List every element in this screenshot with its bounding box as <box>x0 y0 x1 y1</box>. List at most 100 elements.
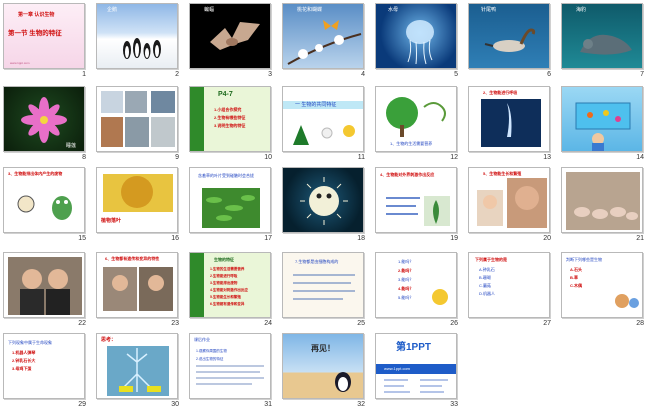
slide-thumbnail[interactable]: 判断下列哪些是生物 A.石头 B.草 C.木偶 <box>561 252 643 318</box>
slide-label: 水母 <box>388 7 399 13</box>
slide-line: 6.生物都有遗传和变异 <box>210 302 245 306</box>
slide-line: 3.生物能排出废物 <box>210 281 238 285</box>
slide-number: 6 <box>547 71 551 78</box>
slide-thumbnail[interactable]: 7.生物都是由细胞构成的 <box>282 252 364 318</box>
family-photo-image <box>103 267 173 311</box>
slide-heading: P4-7 <box>218 91 233 98</box>
slide-number: 16 <box>171 235 179 242</box>
text-lines <box>196 365 264 385</box>
slide-title: 含羞草的叶片受到碰触时会合拢 <box>198 173 254 178</box>
slide-thumbnail[interactable]: 海豹 <box>561 3 643 69</box>
slide-title: 1、生物的生活需要营养 <box>390 141 433 146</box>
slide-caption: 植物落叶 <box>101 218 122 224</box>
slide-line: C.蘑菇 <box>479 283 491 288</box>
slide-line: A.钟乳石 <box>479 267 495 272</box>
slide-thumbnail[interactable]: 水母 <box>375 3 457 69</box>
slide-thumbnail[interactable]: 蝙蝠 <box>189 3 271 69</box>
slide-line: 下列属于生物的是 <box>475 257 507 262</box>
slide-thumbnail[interactable] <box>561 167 643 233</box>
slide-number: 9 <box>175 154 179 161</box>
slide-number: 17 <box>264 235 272 242</box>
family-photo-image <box>8 257 82 315</box>
slide-title: 5、生物能生长和繁殖 <box>483 171 522 176</box>
slide-title: 3、生物能排出体内产生的废物 <box>8 171 63 176</box>
bat-image <box>210 22 260 50</box>
slide-line: B.珊瑚 <box>479 275 491 280</box>
slide-thumbnail[interactable]: 再见！ <box>282 333 364 399</box>
plant-roots-image <box>107 346 169 396</box>
slide-thumbnail[interactable]: 2、生物能进行呼吸 <box>468 86 550 152</box>
slide-thumbnail[interactable] <box>561 86 643 152</box>
slide-thumbnail[interactable]: 企鹅 <box>96 3 178 69</box>
slide-thumbnail[interactable] <box>96 86 178 152</box>
slide-number: 32 <box>357 401 365 408</box>
slide-title: 7.生物都是由细胞构成的 <box>295 259 339 264</box>
slide-thumbnail[interactable] <box>3 252 85 318</box>
penguin-image <box>123 38 161 59</box>
slide-line: 1.生物的生活需要营养 <box>210 267 245 271</box>
slide-thumbnail[interactable]: 下列现象中属于生命现象 1.机器人弹琴 2.钟乳石长大 3.母鸡下蛋 <box>3 333 85 399</box>
slide-thumbnail[interactable]: 植物落叶 <box>96 167 178 233</box>
slide-number: 11 <box>357 154 365 161</box>
slide-thumbnail[interactable]: 5、生物能生长和繁殖 <box>468 167 550 233</box>
slide-title: 6、生物都有遗传和变异的特性 <box>105 256 160 261</box>
aquarium-cartoon-image <box>575 102 631 151</box>
slide-thumbnail[interactable]: 3、生物能排出体内产生的废物 <box>3 167 85 233</box>
slide-line: 2.生物能进行呼吸 <box>210 274 238 278</box>
slide-thumbnail[interactable]: 睡莲 <box>3 86 85 152</box>
slide-title: 一 生物的共同特征 <box>295 102 337 108</box>
slide-number: 14 <box>636 154 644 161</box>
slide-label: 蝙蝠 <box>204 7 215 13</box>
slide-line: 2.钟乳石长大 <box>12 358 36 363</box>
slide-number: 28 <box>636 320 644 327</box>
slide-thumbnail[interactable]: 4、生物能对外界刺激作出反应 <box>375 167 457 233</box>
text-lines <box>384 379 448 393</box>
slide-number: 18 <box>357 235 365 242</box>
slide-line: 1.小组合作探究 <box>214 107 242 112</box>
slide-thumbnail[interactable]: 含羞草的叶片受到碰触时会合拢 <box>189 167 271 233</box>
slide-thumbnail[interactable]: P4-7 1.小组合作探究 2.生物有哪些特征 3.说明生物的特征 <box>189 86 271 152</box>
slide-thumbnail[interactable]: 第1PPT www.1ppt.com <box>375 333 457 399</box>
slide-number: 12 <box>450 154 458 161</box>
slide-label: 企鹅 <box>107 7 118 13</box>
slide-thumbnail[interactable]: 一 生物的共同特征 <box>282 86 364 152</box>
slide-thumbnail[interactable] <box>282 167 364 233</box>
slide-thumbnail[interactable]: 思考： <box>96 333 178 399</box>
slide-title: 4、生物能对外界刺激作出反应 <box>380 172 435 177</box>
slide-subtitle: 第一节 生物的特征 <box>8 30 62 37</box>
slide-line: 生物的特征 <box>214 257 234 262</box>
slide-number: 4 <box>361 71 365 78</box>
slide-line: 4.生物能对刺激作出反应 <box>210 288 248 292</box>
slide-title: 思考： <box>101 337 117 343</box>
baby-photos-image <box>477 178 547 228</box>
whale-image <box>481 99 541 147</box>
slide-number: 31 <box>264 401 272 408</box>
slide-title: 第一章 认识生物 <box>18 12 55 18</box>
piglets-image <box>566 172 640 230</box>
slide-thumbnail[interactable]: 6、生物都有遗传和变异的特性 <box>96 252 178 318</box>
slide-label: 睡莲 <box>66 143 77 149</box>
slide-number: 30 <box>171 401 179 408</box>
slide-thumbnail[interactable]: 1.能吗？ 2.能吗？ 3.能吗？ 4.能吗？ 5.能吗？ <box>375 252 457 318</box>
slide-thumbnail[interactable]: 第一章 认识生物 第一节 生物的特征 www.1ppt.com <box>3 3 85 69</box>
slide-number: 2 <box>175 71 179 78</box>
slide-line: 5.生物能生长和繁殖 <box>210 295 241 299</box>
slide-thumbnail[interactable]: 下列属于生物的是 A.钟乳石 B.珊瑚 C.蘑菇 D.机器人 <box>468 252 550 318</box>
slide-footer: www.1ppt.com <box>10 61 30 65</box>
slide-number: 7 <box>640 71 644 78</box>
pufferfish-image <box>300 177 348 225</box>
slide-number: 8 <box>82 154 86 161</box>
seal-image <box>580 34 632 55</box>
slide-thumbnail[interactable]: 桃花和蝴蝶 <box>282 3 364 69</box>
slide-label: 桃花和蝴蝶 <box>297 7 323 13</box>
slide-number: 1 <box>82 71 86 78</box>
cartoon-image <box>615 294 639 308</box>
slide-line: 2.生物有哪些特征 <box>214 115 246 120</box>
slide-number: 21 <box>636 235 644 242</box>
slide-thumbnail[interactable]: 针尾鸭 <box>468 3 550 69</box>
slide-thumbnail[interactable]: 课后作业 1.观察你周围的生物 2.说出生物的特征 <box>189 333 271 399</box>
slide-thumbnail[interactable]: 1、生物的生活需要营养 <box>375 86 457 152</box>
slide-number: 5 <box>454 71 458 78</box>
slide-number: 20 <box>543 235 551 242</box>
slide-thumbnail[interactable]: 生物的特征 1.生物的生活需要营养 2.生物能进行呼吸 3.生物能排出废物 4.… <box>189 252 271 318</box>
